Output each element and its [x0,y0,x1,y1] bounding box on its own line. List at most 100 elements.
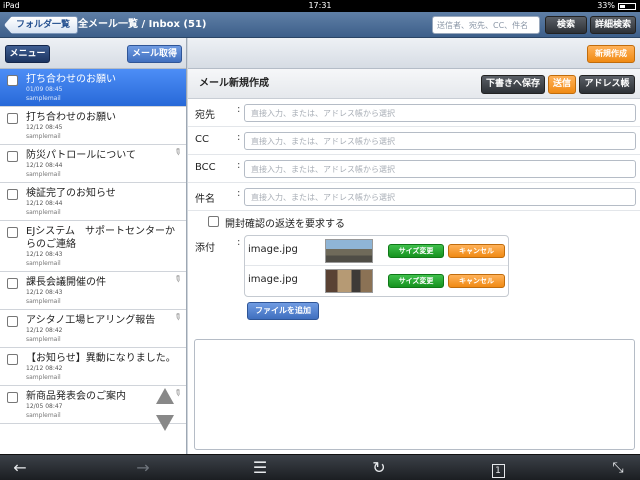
mail-list-item[interactable]: 課長会議開催の件 12/12 08:43 samplemail ✎ [0,272,186,310]
mail-checkbox[interactable] [7,227,18,238]
mail-checkbox[interactable] [7,151,18,162]
field-colon: : [237,132,241,143]
mail-list-item[interactable]: 打ち合わせのお願い 01/09 08:45 samplemail [0,69,186,107]
compose-title: メール新規作成 [199,78,269,89]
mail-date: 12/12 08:43 [26,289,63,296]
cancel-attachment-button[interactable]: キャンセル [448,274,505,288]
mail-sender: samplemail [26,133,61,140]
read-receipt-label: 開封確認の返送を要求する [225,219,345,230]
mail-list-item[interactable]: 防災パトロールについて 12/12 08:44 samplemail ✎ [0,145,186,183]
add-file-button[interactable]: ファイルを追加 [247,302,319,320]
mail-subject: 打ち合わせのお願い [26,74,116,85]
mail-subject: EJシステム サポートセンターからのご連絡 [26,226,175,250]
read-receipt-checkbox[interactable] [208,216,219,227]
mail-sender: samplemail [26,336,61,343]
resize-button[interactable]: サイズ変更 [388,244,444,258]
battery-icon [618,2,636,10]
mail-date: 12/12 08:42 [26,365,63,372]
mail-date: 12/05 08:47 [26,403,63,410]
fullscreen-icon[interactable]: ⤡ [606,458,630,478]
mail-date: 01/09 08:45 [26,86,63,93]
mail-sender: samplemail [26,298,61,305]
read-receipt-row: 開封確認の返送を要求する [188,211,640,233]
mail-list[interactable]: 打ち合わせのお願い 01/09 08:45 samplemail 打ち合わせのお願い 1… [0,69,186,424]
browser-toolbar: ← → ☰ ↻ 1 ⤡ [0,454,640,480]
cc-field[interactable] [244,132,636,150]
compose-header: メール新規作成 下書きへ保存 送信 アドレス帳 [188,69,640,99]
mail-list-item[interactable]: アシタノ工場ヒアリング報告 12/12 08:42 samplemail ✎ [0,310,186,348]
mail-checkbox[interactable] [7,113,18,124]
fetch-mail-button[interactable]: メール取得 [127,45,182,63]
advanced-search-button[interactable]: 詳細検索 [590,16,636,34]
scroll-up-arrow-icon[interactable] [156,388,174,404]
menu-icon[interactable]: ☰ [248,458,272,478]
attachment-filename: image.jpg [248,244,298,255]
mail-checkbox[interactable] [7,189,18,200]
to-label: 宛先 [195,110,215,121]
mail-checkbox[interactable] [7,316,18,327]
mail-checkbox[interactable] [7,278,18,289]
mail-checkbox[interactable] [7,354,18,365]
mail-list-item[interactable]: 【お知らせ】異動になりました。 12/12 08:42 samplemail [0,348,186,386]
cc-field-row: CC : [188,127,640,155]
resize-button[interactable]: サイズ変更 [388,274,444,288]
attachment-filename: image.jpg [248,274,298,285]
to-field[interactable] [244,104,636,122]
cancel-attachment-button[interactable]: キャンセル [448,244,505,258]
mail-body-textarea[interactable] [194,339,635,450]
attachment-thumbnail [325,239,373,263]
mail-sender: samplemail [26,209,61,216]
folder-list-back-button[interactable]: フォルダ一覧 [4,16,79,34]
top-navigation-bar: フォルダ一覧 全メール一覧 / Inbox (51) 検索 詳細検索 [0,12,640,38]
mail-date: 12/12 08:45 [26,124,63,131]
field-colon: : [237,237,241,248]
search-button[interactable]: 検索 [545,16,587,34]
mail-list-panel: メニュー メール取得 打ち合わせのお願い 01/09 08:45 samplemai… [0,38,187,454]
bcc-field-row: BCC : [188,155,640,183]
mail-list-item[interactable]: EJシステム サポートセンターからのご連絡 12/12 08:43 samplema… [0,221,186,272]
bcc-field[interactable] [244,160,636,178]
cc-label: CC [195,134,209,145]
scroll-down-arrow-icon[interactable] [156,415,174,431]
mail-subject: 検証完了のお知らせ [26,188,116,199]
subject-field[interactable] [244,188,636,206]
attachments-list: image.jpg サイズ変更 キャンセル image.jpg サイズ変更 キャ… [244,235,509,297]
mail-sender: samplemail [26,95,61,102]
battery-indicator: 33% [597,0,636,12]
mail-sender: samplemail [26,374,61,381]
attachment-item: image.jpg サイズ変更 キャンセル [245,266,508,296]
mail-subject: 打ち合わせのお願い [26,112,116,123]
status-bar: iPad 17:31 33% [0,0,640,12]
mail-subject: 防災パトロールについて [26,150,136,161]
mail-sender: samplemail [26,171,61,178]
mail-list-item[interactable]: 打ち合わせのお願い 12/12 08:45 samplemail [0,107,186,145]
mail-date: 12/12 08:44 [26,162,63,169]
save-draft-button[interactable]: 下書きへ保存 [481,75,545,94]
mail-sender: samplemail [26,260,61,267]
mail-date: 12/12 08:44 [26,200,63,207]
tabs-icon[interactable]: 1 [486,458,510,478]
send-button[interactable]: 送信 [548,75,576,94]
mail-date: 12/12 08:42 [26,327,63,334]
attachments-section: 添付 : image.jpg サイズ変更 キャンセル image.jpg サイズ… [188,233,640,323]
tabs-count: 1 [491,464,505,478]
field-colon: : [237,188,241,199]
subject-field-row: 件名 : [188,183,640,211]
attachment-thumbnail [325,269,373,293]
mail-list-item[interactable]: 検証完了のお知らせ 12/12 08:44 samplemail [0,183,186,221]
compose-toolbar: 新規作成 [188,38,640,69]
mail-checkbox[interactable] [7,392,18,403]
address-book-button[interactable]: アドレス帳 [579,75,635,94]
attachments-label: 添付 [195,243,215,254]
field-colon: : [237,160,241,171]
compose-form: メール新規作成 下書きへ保存 送信 アドレス帳 宛先 : CC : BCC : … [188,69,640,454]
back-arrow-icon[interactable]: ← [8,458,32,478]
search-input[interactable] [432,16,540,34]
mail-subject: 【お知らせ】異動になりました。 [26,353,176,364]
reload-icon[interactable]: ↻ [367,458,391,478]
mail-checkbox[interactable] [7,75,18,86]
forward-arrow-icon[interactable]: → [131,458,155,478]
new-mail-button[interactable]: 新規作成 [587,45,635,63]
to-field-row: 宛先 : [188,99,640,127]
menu-button[interactable]: メニュー [5,45,50,63]
